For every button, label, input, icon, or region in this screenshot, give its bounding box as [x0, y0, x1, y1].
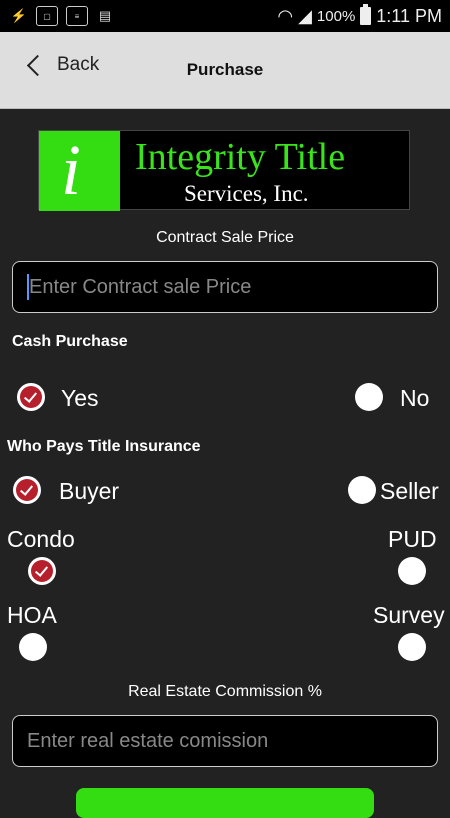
- title-insurance-label: Who Pays Title Insurance: [7, 438, 201, 455]
- condo-checkbox[interactable]: [28, 557, 56, 585]
- status-bar: ⚡ ▢ ≡ ▤ ◠ ◢ 100% 1:11 PM: [0, 0, 450, 32]
- message-icon: ▤: [98, 8, 112, 23]
- clock: 1:11 PM: [376, 5, 442, 26]
- cash-purchase-label: Cash Purchase: [12, 333, 128, 350]
- contract-price-label: Contract Sale Price: [156, 229, 294, 246]
- calculate-button[interactable]: [76, 788, 374, 818]
- battery-percent: 100%: [316, 7, 356, 25]
- checkmark-icon: [16, 479, 38, 501]
- notification-icon: ≡: [66, 6, 88, 26]
- page-title: Purchase: [186, 60, 264, 79]
- logo-mark: i: [39, 131, 120, 211]
- signal-icon: ◢: [298, 5, 312, 26]
- logo-line1: Integrity Title: [135, 136, 346, 178]
- pud-label: PUD: [388, 526, 437, 552]
- nav-bar: Back Purchase: [0, 32, 450, 109]
- checkmark-icon: [20, 386, 42, 408]
- buyer-radio[interactable]: [13, 476, 41, 504]
- condo-label: Condo: [7, 526, 75, 552]
- hoa-label: HOA: [7, 602, 57, 628]
- seller-radio[interactable]: [348, 476, 376, 504]
- cash-yes-radio[interactable]: [17, 383, 45, 411]
- seller-label[interactable]: Seller: [380, 478, 439, 505]
- checkmark-icon: [31, 560, 53, 582]
- commission-placeholder: Enter real estate comission: [27, 729, 269, 752]
- company-logo: i Integrity Title Services, Inc.: [38, 130, 410, 211]
- survey-label: Survey: [373, 602, 445, 628]
- usb-icon: ⚡: [10, 8, 28, 23]
- buyer-label[interactable]: Buyer: [59, 478, 119, 505]
- logo-line2: Services, Inc.: [184, 181, 309, 206]
- wifi-icon: ◠: [277, 5, 294, 26]
- cash-no-radio[interactable]: [355, 383, 383, 411]
- survey-checkbox[interactable]: [398, 633, 426, 661]
- hoa-checkbox[interactable]: [19, 633, 47, 661]
- contract-price-input[interactable]: Enter Contract sale Price: [12, 261, 438, 313]
- cash-no-label[interactable]: No: [400, 385, 429, 412]
- commission-label: Real Estate Commission %: [128, 683, 322, 700]
- contract-price-placeholder: Enter Contract sale Price: [29, 275, 252, 298]
- app-notification-icon: ▢: [36, 6, 58, 26]
- commission-input[interactable]: Enter real estate comission: [12, 715, 438, 767]
- cash-yes-label[interactable]: Yes: [61, 385, 99, 412]
- pud-checkbox[interactable]: [398, 557, 426, 585]
- battery-icon: [360, 4, 372, 25]
